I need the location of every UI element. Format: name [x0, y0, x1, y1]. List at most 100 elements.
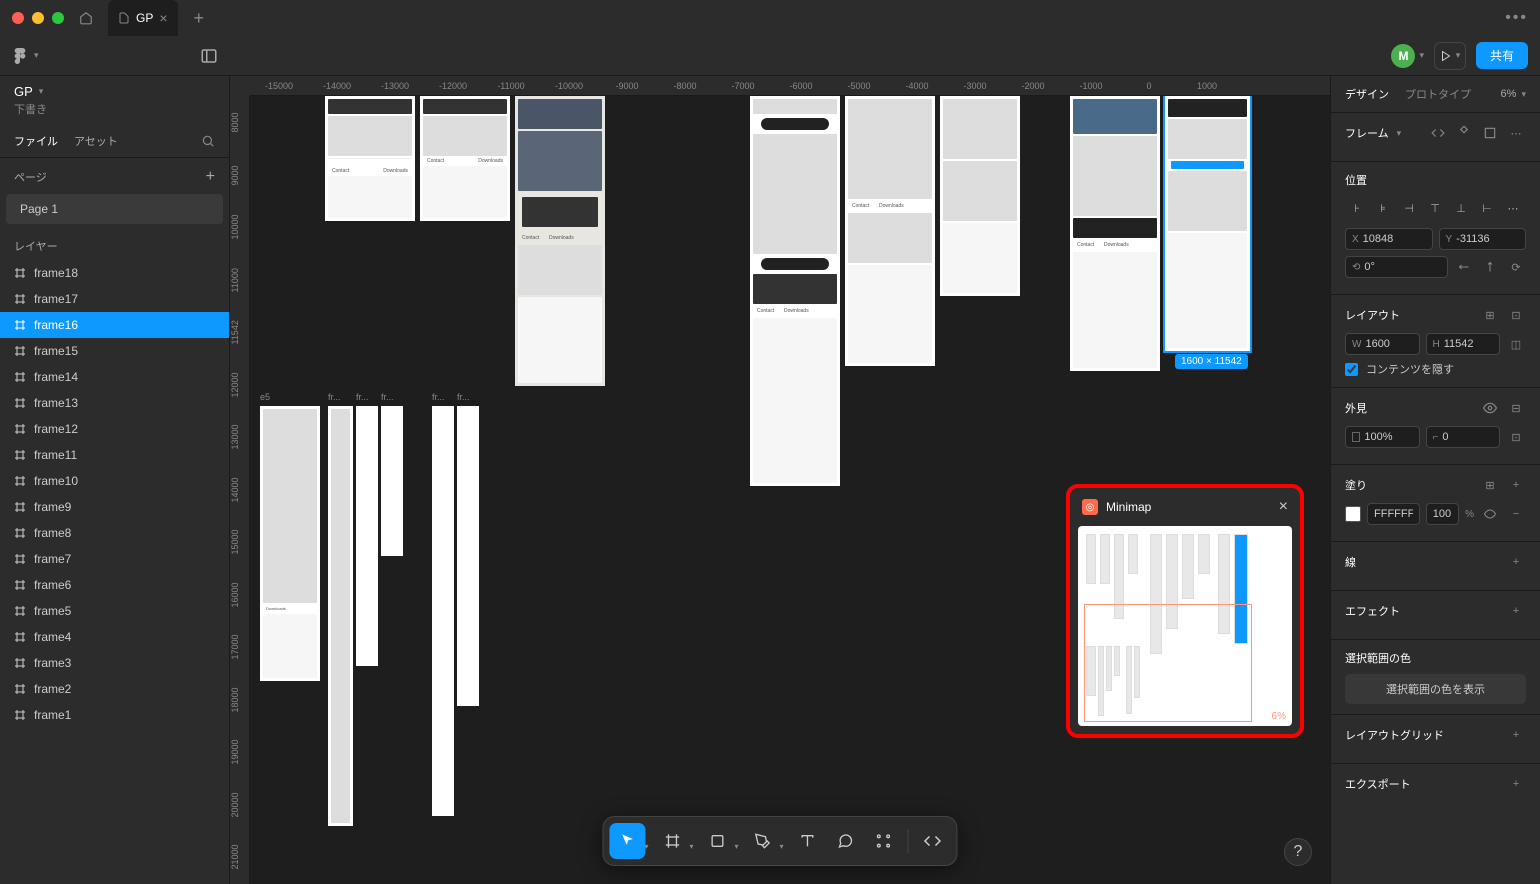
layer-item[interactable]: frame14 — [0, 364, 229, 390]
layer-item[interactable]: frame1 — [0, 702, 229, 728]
opacity-input[interactable] — [1345, 426, 1420, 448]
layer-item[interactable]: frame17 — [0, 286, 229, 312]
align-bottom-icon[interactable]: ⊢ — [1475, 196, 1499, 220]
layer-item[interactable]: frame10 — [0, 468, 229, 494]
corners-expand-icon[interactable]: ⊡ — [1506, 427, 1526, 447]
layer-item[interactable]: frame16 — [0, 312, 229, 338]
add-effect-icon[interactable]: + — [1506, 601, 1526, 621]
flip-h-icon[interactable] — [1454, 257, 1474, 277]
minimap-viewport[interactable] — [1084, 604, 1252, 722]
layer-item[interactable]: frame18 — [0, 260, 229, 286]
frame-tool[interactable] — [654, 823, 690, 859]
align-more-icon[interactable]: ⋯ — [1501, 196, 1525, 220]
search-icon[interactable] — [201, 134, 215, 148]
tab-assets[interactable]: アセット — [74, 133, 118, 149]
fill-opacity-input[interactable] — [1426, 503, 1459, 525]
artboard[interactable]: ContactDownloads — [325, 96, 415, 221]
tab-prototype[interactable]: プロトタイプ — [1405, 86, 1471, 102]
document-tab[interactable]: GP × — [108, 0, 178, 36]
artboard[interactable]: e5Downloads — [260, 406, 320, 681]
constrain-icon[interactable]: ⊡ — [1506, 305, 1526, 325]
fill-swatch[interactable] — [1345, 506, 1361, 522]
zoom-dropdown[interactable]: 6% ▾ — [1501, 88, 1527, 100]
artboard[interactable]: Contact Downloads — [845, 96, 935, 366]
layer-item[interactable]: frame3 — [0, 650, 229, 676]
align-h-center-icon[interactable]: ⊧ — [1371, 196, 1395, 220]
layer-item[interactable]: frame15 — [0, 338, 229, 364]
layer-item[interactable]: frame5 — [0, 598, 229, 624]
x-input[interactable]: X — [1345, 228, 1433, 250]
move-tool[interactable] — [609, 823, 645, 859]
close-tab-icon[interactable]: × — [159, 10, 167, 26]
tab-design[interactable]: デザイン — [1345, 86, 1389, 102]
text-tool[interactable] — [790, 823, 826, 859]
window-menu-dots[interactable]: ••• — [1505, 9, 1528, 27]
height-input[interactable]: H — [1426, 333, 1501, 355]
close-window[interactable] — [12, 12, 24, 24]
panel-toggle-icon[interactable] — [200, 47, 218, 65]
width-input[interactable]: W — [1345, 333, 1420, 355]
layer-item[interactable]: frame9 — [0, 494, 229, 520]
close-minimap-icon[interactable]: × — [1279, 498, 1288, 516]
align-right-icon[interactable]: ⊣ — [1397, 196, 1421, 220]
add-grid-icon[interactable]: + — [1506, 725, 1526, 745]
layer-item[interactable]: frame7 — [0, 546, 229, 572]
lock-ratio-icon[interactable]: ◫ — [1506, 334, 1526, 354]
tab-file[interactable]: ファイル — [14, 133, 58, 149]
layer-item[interactable]: frame4 — [0, 624, 229, 650]
file-name[interactable]: GP▾ — [14, 84, 215, 99]
pen-tool[interactable] — [745, 823, 781, 859]
appearance-settings-icon[interactable]: ⊟ — [1506, 398, 1526, 418]
artboard[interactable]: fr... — [328, 406, 353, 826]
layer-item[interactable]: frame13 — [0, 390, 229, 416]
add-page-button[interactable]: + — [206, 168, 215, 186]
help-button[interactable]: ? — [1284, 838, 1312, 866]
minimize-window[interactable] — [32, 12, 44, 24]
align-top-icon[interactable]: ⊤ — [1423, 196, 1447, 220]
fill-hex-input[interactable] — [1367, 503, 1420, 525]
new-tab-button[interactable]: + — [186, 8, 213, 29]
add-export-icon[interactable]: + — [1506, 774, 1526, 794]
flip-v-icon[interactable] — [1480, 257, 1500, 277]
corner-radius-input[interactable]: ⌐ — [1426, 426, 1501, 448]
figma-menu[interactable]: ▾ — [12, 48, 39, 64]
artboard-selected[interactable] — [1165, 96, 1250, 351]
fill-styles-icon[interactable]: ⊞ — [1480, 475, 1500, 495]
layer-item[interactable]: frame8 — [0, 520, 229, 546]
visibility-icon[interactable] — [1480, 398, 1500, 418]
layer-item[interactable]: frame11 — [0, 442, 229, 468]
artboard[interactable]: fr... — [381, 406, 403, 556]
present-button[interactable]: ▾ — [1434, 42, 1466, 70]
artboard[interactable]: fr... — [432, 406, 454, 816]
maximize-window[interactable] — [52, 12, 64, 24]
show-selection-colors-button[interactable]: 選択範囲の色を表示 — [1345, 674, 1526, 704]
align-v-center-icon[interactable]: ⊥ — [1449, 196, 1473, 220]
fill-visibility-icon[interactable] — [1480, 504, 1500, 524]
more-icon[interactable]: ⋯ — [1506, 123, 1526, 143]
comment-tool[interactable] — [828, 823, 864, 859]
avatar-menu[interactable]: M ▾ — [1391, 44, 1424, 68]
home-icon[interactable] — [72, 4, 100, 32]
artboard[interactable]: fr... — [457, 406, 479, 706]
artboard[interactable]: ContactDownloads — [420, 96, 510, 221]
autolayout-toggle-icon[interactable]: ⊞ — [1480, 305, 1500, 325]
artboard[interactable]: fr... — [356, 406, 378, 666]
layer-item[interactable]: frame2 — [0, 676, 229, 702]
canvas-area[interactable]: -15000-14000-13000-12000-11000-10000-900… — [230, 76, 1330, 884]
clip-content-checkbox[interactable]: コンテンツを隠す — [1345, 361, 1526, 377]
add-fill-icon[interactable]: + — [1506, 475, 1526, 495]
component-icon[interactable] — [1454, 123, 1474, 143]
artboard[interactable] — [940, 96, 1020, 296]
artboard[interactable]: Contact Downloads — [750, 96, 840, 486]
add-stroke-icon[interactable]: + — [1506, 552, 1526, 572]
minimap-panel[interactable]: ◎ Minimap × — [1070, 488, 1300, 734]
page-item[interactable]: Page 1 — [6, 194, 223, 224]
resize-icon[interactable] — [1480, 123, 1500, 143]
remove-fill-icon[interactable]: − — [1506, 504, 1526, 524]
layer-item[interactable]: frame12 — [0, 416, 229, 442]
rotate-icon[interactable]: ⟳ — [1506, 257, 1526, 277]
actions-tool[interactable] — [866, 823, 902, 859]
rotation-input[interactable]: ⟲ — [1345, 256, 1448, 278]
layer-item[interactable]: frame6 — [0, 572, 229, 598]
artboard[interactable]: Contact Downloads — [515, 96, 605, 386]
